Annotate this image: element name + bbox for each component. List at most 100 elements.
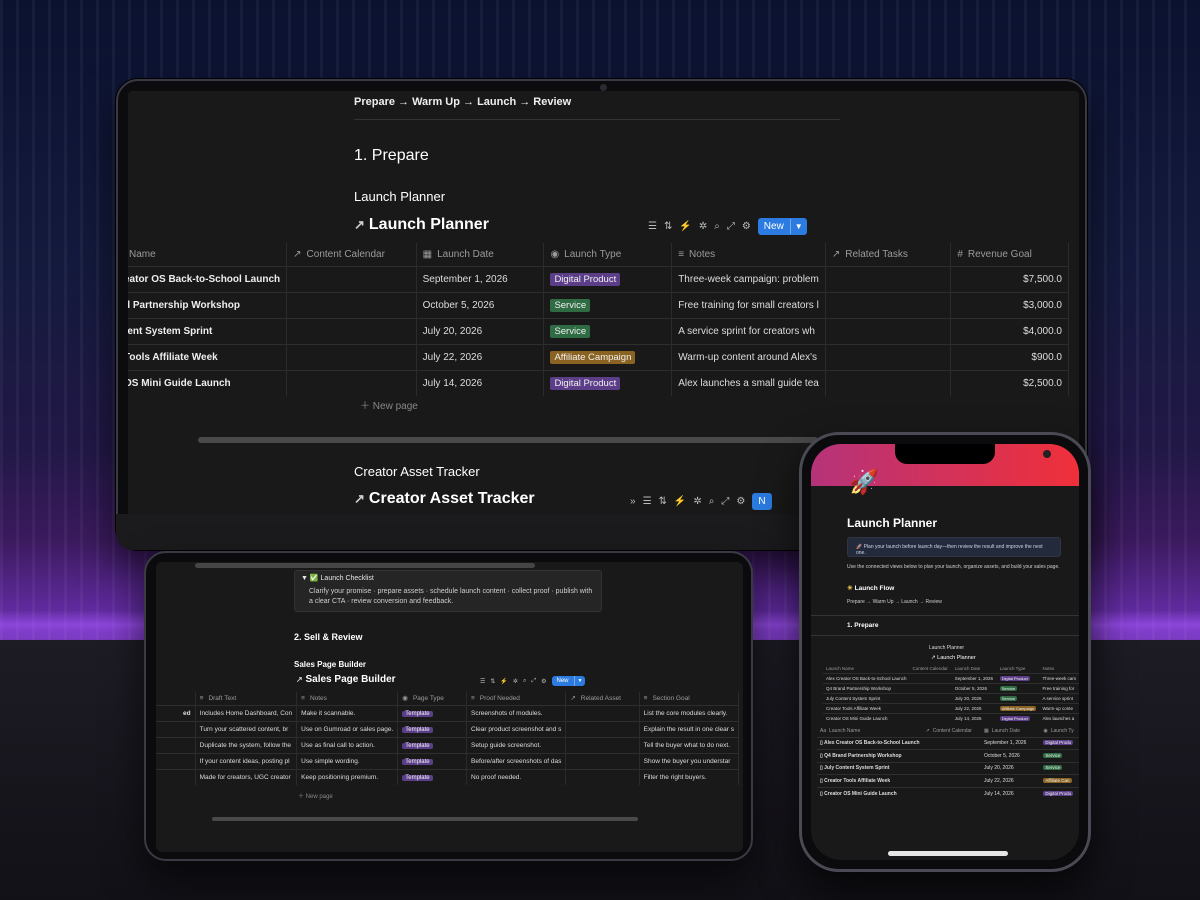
column-header[interactable]: ◉ Launch Type [543,243,673,266]
cell-goal[interactable]: Explain the result in one clear s [639,720,740,737]
home-indicator[interactable] [888,851,1008,856]
table-row[interactable]: eator OS Back-to-School Launch September… [128,265,1069,292]
settings-icon[interactable]: ⚙ [742,221,751,232]
cell-content-calendar[interactable] [286,343,417,370]
cell-name[interactable]: ▯ Q4 Brand Partnership Workshop [817,749,923,762]
cell-date[interactable]: September 1, 2026 [951,672,997,683]
table-row[interactable]: ▯ July Content System Sprint July 20, 202… [817,761,1079,775]
cell-type[interactable]: Service [996,682,1040,693]
cell-content-calendar[interactable] [922,749,981,762]
column-header[interactable] [156,692,196,705]
cell-notes[interactable]: Use simple wording. [296,752,399,769]
cell-draft[interactable]: Turn your scattered content, br [195,720,298,737]
search-icon[interactable]: ⌕ [709,496,715,507]
cell-draft[interactable]: Duplicate the system, follow the [195,736,298,753]
settings-icon[interactable]: ⚙ [541,678,546,685]
cell-notes[interactable]: Use as final call to action. [296,736,399,753]
mini-launch-planner-db-title[interactable]: ↗ Launch Planner [931,655,976,661]
cell-type[interactable]: Service [996,692,1040,703]
cell-related-tasks[interactable] [825,291,952,318]
cell-type[interactable]: Digital Produ [1040,736,1079,750]
cell-proof[interactable]: Before/after screenshots of das [466,752,567,769]
table-row[interactable]: OS Mini Guide Launch July 14, 2026 Digit… [128,369,1069,396]
cell-notes[interactable]: A service sprint [1039,692,1079,703]
cell-notes[interactable]: Warm-up conte [1039,702,1079,713]
cell-name[interactable]: ▯ July Content System Sprint [817,761,923,775]
cell-draft[interactable]: If your content ideas, posting pl [195,752,298,769]
cell-content-calendar[interactable] [909,682,952,693]
cell-type[interactable]: Digital Product [543,265,673,292]
expand-icon[interactable]: ⤢ [727,221,735,232]
customize-icon[interactable]: ✲ [693,496,701,507]
table-row[interactable]: Creator Tools Affiliate Week July 22, 202… [823,702,1079,713]
automation-icon[interactable]: ⚡ [679,221,691,232]
table-row[interactable]: ▯ Creator OS Mini Guide Launch July 14, 2… [817,786,1079,800]
cell-date[interactable]: September 1, 2026 [980,736,1041,750]
cell-name[interactable]: ▯ Alex Creator OS Back-to-School Launch [817,736,923,750]
cell-proof[interactable]: No proof needed. [466,768,567,785]
cell-date[interactable]: July 14, 2026 [951,712,997,723]
cell-draft[interactable]: Made for creators, UGC creator [195,768,298,785]
cell-date[interactable]: July 20, 2026 [416,317,545,344]
cell-name[interactable]: Creator OS Mini Guide Launch [823,712,910,723]
cell-type[interactable]: Digital Produ [1040,786,1079,800]
cell-name[interactable] [156,736,196,753]
column-header[interactable]: ◉ Page Type [397,692,467,705]
cell-related-asset[interactable] [565,720,640,737]
cell-content-calendar[interactable] [909,712,952,723]
column-header[interactable]: # Revenue Goal [950,243,1069,266]
search-icon[interactable]: ⌕ [714,221,720,232]
cell-date[interactable]: July 22, 2026 [416,343,545,370]
chevron-down-icon[interactable]: ▼ [573,676,586,686]
cell-name[interactable]: eator OS Back-to-School Launch [128,265,288,292]
cell-date[interactable]: July 22, 2026 [951,702,997,713]
sort-icon[interactable]: ⇅ [490,678,495,685]
cell-name[interactable]: Alex Creator OS Back-to-School Launch [823,672,910,683]
table-row[interactable]: If your content ideas, posting pl Use si… [156,752,740,769]
cell-notes[interactable]: Warm-up content around Alex's [671,343,826,370]
search-icon[interactable]: ⌕ [523,678,526,685]
column-header[interactable]: ↗ Content Calendar [923,725,981,737]
column-header[interactable]: ≡ Proof Needed [466,692,567,705]
cell-name[interactable] [156,768,196,785]
launch-planner-db-title[interactable]: ↗ Launch Planner [354,216,489,234]
cell-revenue[interactable]: $7,500.0 [950,265,1069,292]
new-button[interactable]: New ▼ [551,676,586,686]
cell-name[interactable]: Tools Affiliate Week [128,343,288,370]
cell-name[interactable]: ▯ Creator Tools Affiliate Week [817,774,923,787]
cell-date[interactable]: July 20, 2026 [980,761,1041,775]
cell-date[interactable]: October 5, 2026 [980,749,1041,762]
column-header[interactable]: ▦ Launch Date [981,725,1040,737]
column-header[interactable]: ≡ Notes [296,692,399,705]
cell-date[interactable]: July 20, 2026 [951,692,997,703]
horizontal-scrollbar[interactable] [212,817,638,821]
cell-name[interactable]: tent System Sprint [128,317,288,344]
table-row[interactable]: ▯ Q4 Brand Partnership Workshop October 5… [817,749,1079,762]
cell-name[interactable]: Q4 Brand Partnership Workshop [823,682,910,693]
cell-name[interactable]: d Partnership Workshop [128,291,288,318]
cell-type[interactable]: Digital Product [996,672,1040,683]
cell-type[interactable]: Template [397,752,467,769]
cell-goal[interactable]: Filter the right buyers. [639,768,740,785]
cell-type[interactable]: Template [397,736,467,753]
table-row[interactable]: Creator OS Mini Guide Launch July 14, 202… [823,712,1079,723]
cell-date[interactable]: October 5, 2026 [416,291,545,318]
table-row[interactable]: ▯ Creator Tools Affiliate Week July 22, 2… [817,774,1079,787]
column-header[interactable]: ↗ Related Tasks [825,243,952,266]
cell-related-tasks[interactable] [825,343,952,370]
table-row[interactable]: Made for creators, UGC creator Keep posi… [156,768,740,785]
column-header[interactable]: ≡ Draft Text [195,692,298,705]
cell-content-calendar[interactable] [286,291,417,318]
expand-icon[interactable]: ⤢ [721,496,729,507]
cell-proof[interactable]: Clear product screenshot and s [466,720,567,737]
cell-date[interactable]: July 14, 2026 [416,369,545,396]
new-button[interactable]: New ▼ [757,218,807,235]
cell-type[interactable]: Service [543,291,673,318]
sort-icon[interactable]: ⇅ [659,496,667,507]
cell-related-asset[interactable] [565,704,640,721]
table-row[interactable]: tent System Sprint July 20, 2026 Service… [128,317,1069,344]
cell-proof[interactable]: Setup guide screenshot. [466,736,567,753]
column-header[interactable]: Launch Date [952,664,997,673]
automation-icon[interactable]: ⚡ [674,496,686,507]
cell-name[interactable] [156,752,196,769]
